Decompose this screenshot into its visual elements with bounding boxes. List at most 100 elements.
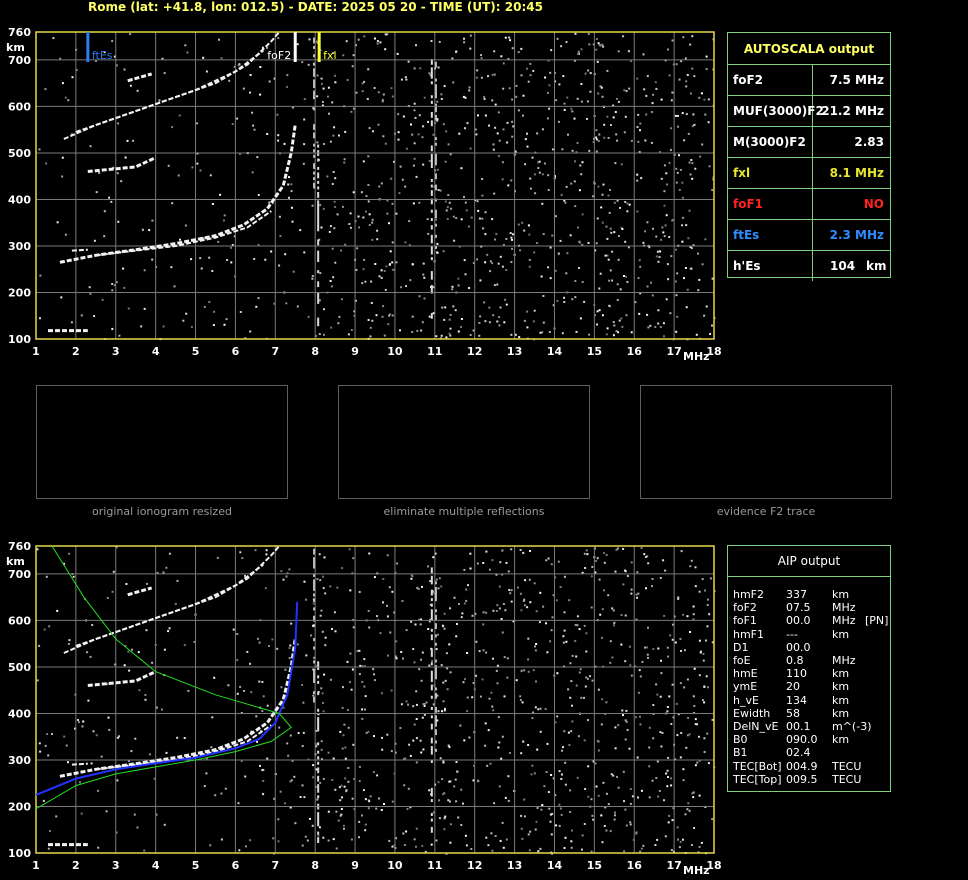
noise-dot bbox=[279, 790, 282, 793]
noise-dot bbox=[520, 74, 523, 77]
noise-dot bbox=[350, 329, 353, 331]
noise-dot bbox=[265, 549, 268, 552]
noise-dot bbox=[619, 288, 622, 291]
noise-dot bbox=[334, 206, 337, 208]
noise-dot bbox=[441, 306, 444, 309]
noise-dot bbox=[574, 32, 577, 35]
noise-dot bbox=[400, 651, 403, 653]
noise-dot bbox=[186, 51, 189, 54]
noise-dot bbox=[120, 180, 123, 183]
noise-dot bbox=[78, 721, 80, 724]
streak-dot bbox=[317, 728, 320, 732]
noise-dot bbox=[205, 772, 208, 775]
streak-dot bbox=[430, 634, 433, 638]
noise-dot bbox=[262, 779, 265, 782]
noise-dot bbox=[496, 132, 499, 135]
noise-dot bbox=[262, 768, 265, 771]
noise-dot bbox=[317, 834, 320, 837]
noise-dot bbox=[346, 709, 349, 711]
noise-dot bbox=[664, 224, 667, 227]
noise-dot bbox=[484, 320, 487, 323]
noise-dot bbox=[618, 319, 621, 322]
noise-dot bbox=[470, 848, 473, 850]
streak-dot bbox=[430, 612, 433, 616]
noise-dot bbox=[493, 802, 496, 805]
noise-dot bbox=[329, 585, 332, 588]
noise-dot bbox=[329, 140, 332, 143]
noise-dot bbox=[706, 598, 709, 601]
noise-dot bbox=[591, 814, 594, 817]
noise-dot bbox=[655, 777, 658, 779]
noise-dot bbox=[158, 99, 161, 102]
noise-dot bbox=[387, 323, 390, 326]
noise-dot bbox=[111, 327, 114, 330]
noise-dot bbox=[179, 238, 181, 241]
noise-dot bbox=[469, 47, 472, 50]
noise-dot bbox=[455, 761, 458, 763]
noise-dot bbox=[322, 836, 325, 839]
noise-dot bbox=[576, 97, 579, 100]
noise-dot bbox=[238, 849, 241, 852]
noise-dot bbox=[663, 190, 666, 193]
noise-dot bbox=[369, 795, 372, 798]
noise-dot bbox=[490, 832, 493, 835]
noise-dot bbox=[556, 37, 559, 40]
noise-dot bbox=[625, 720, 628, 723]
noise-dot bbox=[545, 771, 548, 773]
noise-dot bbox=[256, 156, 259, 159]
noise-dot bbox=[500, 757, 503, 760]
noise-dot bbox=[600, 814, 603, 817]
noise-dot bbox=[363, 80, 366, 83]
noise-dot bbox=[614, 570, 617, 573]
noise-dot bbox=[373, 576, 376, 579]
noise-dot bbox=[512, 125, 515, 128]
noise-dot bbox=[701, 143, 704, 146]
noise-dot bbox=[130, 750, 133, 753]
noise-dot bbox=[503, 656, 506, 659]
noise-dot bbox=[676, 734, 679, 737]
noise-dot bbox=[463, 259, 466, 262]
noise-dot bbox=[116, 172, 119, 175]
noise-dot bbox=[289, 734, 292, 737]
noise-dot bbox=[528, 849, 531, 852]
noise-dot bbox=[168, 552, 171, 555]
noise-dot bbox=[640, 847, 643, 850]
noise-dot bbox=[362, 216, 365, 219]
noise-dot bbox=[678, 154, 680, 157]
noise-dot bbox=[39, 317, 41, 320]
noise-dot bbox=[161, 708, 163, 711]
noise-dot bbox=[502, 846, 505, 849]
noise-dot bbox=[322, 777, 325, 780]
noise-dot bbox=[443, 612, 446, 615]
noise-dot bbox=[349, 589, 352, 592]
noise-dot bbox=[342, 54, 345, 57]
noise-dot bbox=[445, 336, 448, 339]
streak-dot bbox=[317, 812, 320, 816]
noise-dot bbox=[657, 309, 660, 312]
noise-dot bbox=[422, 163, 425, 166]
noise-dot bbox=[342, 734, 345, 737]
noise-dot bbox=[492, 148, 495, 151]
noise-dot bbox=[711, 324, 713, 327]
noise-dot bbox=[603, 561, 606, 564]
noise-dot bbox=[535, 820, 538, 823]
noise-dot bbox=[542, 605, 545, 608]
noise-dot bbox=[200, 267, 203, 270]
noise-dot bbox=[384, 33, 387, 36]
streak-dot bbox=[317, 208, 320, 212]
x-tick-label: 16 bbox=[627, 345, 643, 358]
noise-dot bbox=[406, 808, 409, 810]
noise-dot bbox=[655, 255, 658, 258]
noise-dot bbox=[277, 134, 280, 137]
noise-dot bbox=[416, 586, 419, 589]
noise-dot bbox=[331, 628, 333, 630]
noise-dot bbox=[371, 218, 374, 221]
noise-dot bbox=[570, 730, 573, 733]
noise-dot bbox=[311, 275, 314, 277]
noise-dot bbox=[236, 659, 239, 662]
noise-dot bbox=[357, 215, 360, 218]
streak-dot bbox=[317, 180, 320, 184]
noise-dot bbox=[691, 67, 694, 70]
autoscala-value: 7.5 MHz bbox=[829, 73, 884, 87]
noise-dot bbox=[177, 174, 180, 177]
